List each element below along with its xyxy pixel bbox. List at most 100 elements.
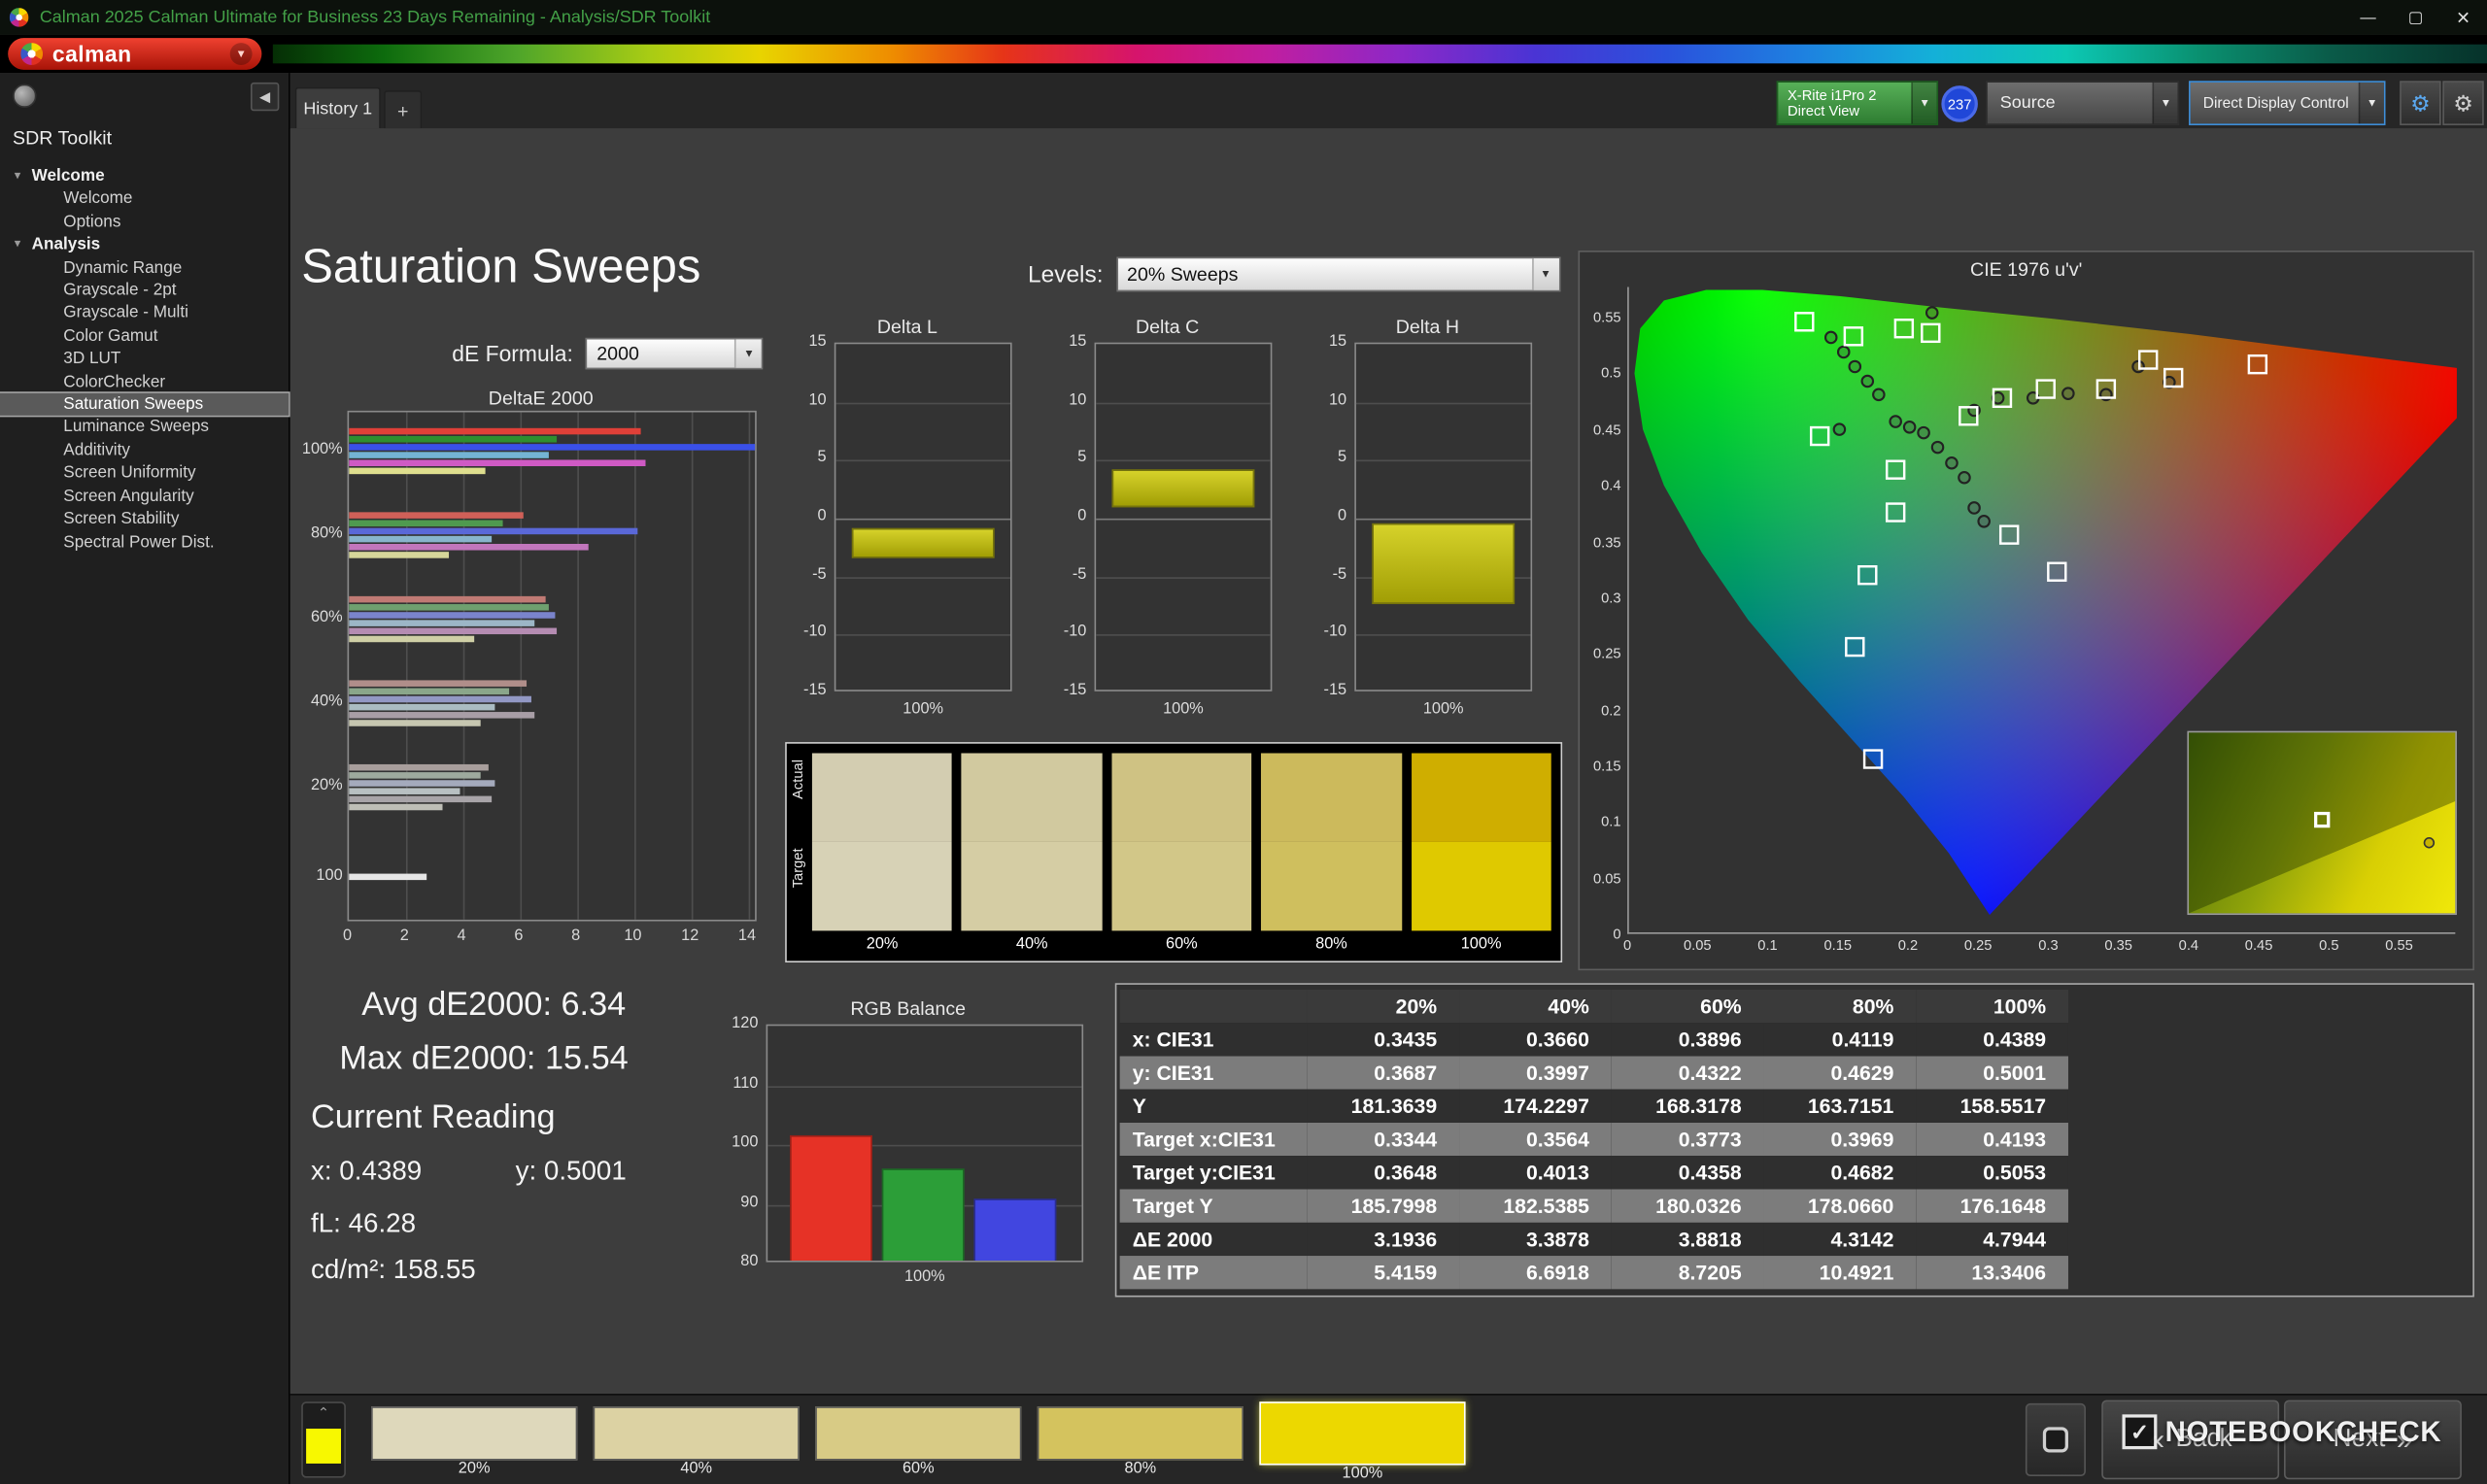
deltae-bar — [349, 604, 549, 611]
sidebar-item-grayscale-2pt[interactable]: Grayscale - 2pt — [0, 279, 289, 302]
patch-buttons: 20% 40% 60% 80% 100% — [371, 1401, 1466, 1483]
cell-value: 0.4389 — [1916, 1023, 2068, 1057]
patch-swatch — [593, 1406, 800, 1461]
axis-tick-label: -15 — [803, 682, 827, 699]
cell-value: 0.4119 — [1763, 1023, 1917, 1057]
patch-swatch — [371, 1406, 578, 1461]
table-header-80: 80% — [1763, 989, 1917, 1024]
delta-panel-delta-c: Delta C 15 10 5 0 -5 -10 -15 100% — [1053, 314, 1281, 752]
levels-dropdown[interactable]: 20% Sweeps ▼ — [1115, 256, 1560, 292]
levels-label: Levels: — [1027, 260, 1104, 288]
deltae-bar — [349, 459, 646, 466]
axis-tick-label: 0.05 — [1684, 936, 1712, 954]
axis-tick-label: 0 — [1077, 507, 1087, 525]
sidebar-item-screen-angularity[interactable]: Screen Angularity — [0, 485, 289, 508]
calman-menu-button[interactable]: calman ▼ — [8, 38, 262, 70]
axis-tick-label: 0 — [1338, 507, 1347, 525]
minimize-button[interactable]: — — [2344, 0, 2392, 35]
deltae-bar — [349, 772, 481, 779]
patch-button-20[interactable]: 20% — [371, 1401, 578, 1481]
meter-status-badge[interactable]: 237 — [1941, 85, 1978, 122]
measured-point — [1945, 455, 1959, 470]
measured-point — [1958, 470, 1971, 485]
gridline — [1355, 518, 1531, 521]
sidebar-item-screen-stability[interactable]: Screen Stability — [0, 508, 289, 531]
tab-history-1[interactable]: History 1 — [294, 86, 381, 129]
axis-tick-label: 0 — [817, 507, 827, 525]
patch-button-80[interactable]: 80% — [1037, 1401, 1244, 1481]
sidebar-item-welcome[interactable]: Welcome — [0, 187, 289, 211]
patch-button-100[interactable]: 100% — [1259, 1401, 1466, 1483]
maximize-button[interactable]: ▢ — [2392, 0, 2439, 35]
axis-tick-label: 10 — [1069, 390, 1087, 409]
sidebar-item-3d-lut[interactable]: 3D LUT — [0, 348, 289, 371]
swatch-label: 40% — [1015, 935, 1048, 954]
add-tab-button[interactable]: + — [384, 90, 423, 129]
next-button[interactable]: Next » — [2284, 1400, 2462, 1480]
measured-point — [1917, 425, 1930, 440]
sidebar-item-color-gamut[interactable]: Color Gamut — [0, 324, 289, 348]
swatch-target — [962, 841, 1103, 931]
close-button[interactable]: ✕ — [2439, 0, 2487, 35]
de-formula-dropdown[interactable]: 2000 ▼ — [585, 337, 764, 370]
settings-button[interactable]: ⚙ — [2400, 81, 2441, 125]
sidebar-item-saturation-sweeps[interactable]: Saturation Sweeps — [0, 391, 290, 419]
expander-icon[interactable]: ▾ — [15, 166, 21, 186]
axis-tick-label: 60% — [310, 608, 343, 626]
measured-point — [1925, 306, 1939, 320]
deltae-bar — [349, 688, 509, 695]
sidebar-item-spectral-power-dist[interactable]: Spectral Power Dist. — [0, 530, 289, 554]
sidebar-item-screen-uniformity[interactable]: Screen Uniformity — [0, 462, 289, 486]
measured-point — [1848, 359, 1862, 374]
cie-xaxis: 0 0.05 0.1 0.15 0.2 0.25 0.3 0.35 0.4 0.45 0.5 0.55 — [1580, 937, 2472, 960]
results-table-box: 20% 40% 60% 80% 100% x: CIE31 0.3435 0.3660 0.38… — [1114, 983, 2474, 1298]
tree-section-welcome[interactable]: ▾ Welcome — [0, 165, 289, 188]
chart-title: Delta H — [1395, 315, 1460, 338]
source-dropdown[interactable]: Source ▼ — [1986, 81, 2180, 125]
sidebar-item-luminance-sweeps[interactable]: Luminance Sweeps — [0, 417, 289, 440]
bottom-bar: ⌃ 20% 40% 60% 80% 100% « Back Next » ✓ NOT — [290, 1394, 2487, 1484]
gridline — [1096, 402, 1271, 404]
meter-info: X-Rite i1Pro 2 Direct View — [1778, 83, 1911, 123]
expander-icon[interactable]: ▾ — [15, 235, 21, 254]
sidebar-item-options[interactable]: Options — [0, 211, 289, 234]
display-control-dropdown[interactable]: Direct Display Control ▼ — [2189, 81, 2386, 125]
gridline — [1096, 518, 1271, 521]
gridline — [691, 412, 694, 920]
axis-tick-label: 100% — [1163, 700, 1204, 719]
swatch-label: 60% — [1165, 935, 1198, 954]
cell-value: 0.4322 — [1611, 1056, 1764, 1090]
back-button[interactable]: « Back — [2101, 1400, 2280, 1480]
axis-tick-label: 4 — [457, 928, 466, 946]
cell-value: 168.3178 — [1611, 1089, 1764, 1123]
inset-target-marker — [2313, 812, 2331, 828]
preferences-button[interactable]: ⚙ — [2442, 81, 2484, 125]
patch-preview-button[interactable]: ⌃ — [301, 1401, 346, 1478]
deltae-bar — [349, 788, 460, 794]
axis-tick-label: 0.1 — [1757, 936, 1778, 954]
axis-tick-label: -5 — [812, 565, 827, 584]
cell-value: 0.4629 — [1763, 1056, 1917, 1090]
tree-section-analysis[interactable]: ▾ Analysis — [0, 233, 289, 256]
sidebar-item-colorchecker[interactable]: ColorChecker — [0, 370, 289, 393]
axis-tick-label: 80% — [310, 524, 343, 543]
sidebar-item-grayscale-multi[interactable]: Grayscale - Multi — [0, 302, 289, 325]
axis-tick-label: 5 — [817, 449, 827, 467]
patch-swatch — [1037, 1406, 1244, 1461]
sidebar-item-additivity[interactable]: Additivity — [0, 439, 289, 462]
workflow-icon[interactable] — [13, 84, 37, 109]
swatch-target — [1261, 841, 1402, 931]
sidebar-item-dynamic-range[interactable]: Dynamic Range — [0, 256, 289, 280]
patch-button-60[interactable]: 60% — [815, 1401, 1022, 1481]
current-patch-swatch — [306, 1429, 342, 1464]
sidebar-collapse-button[interactable]: ◀ — [250, 82, 280, 112]
swatch-target — [1111, 841, 1252, 931]
main-area: History 1 + X-Rite i1Pro 2 Direct View ▼… — [290, 73, 2487, 1484]
patch-button-40[interactable]: 40% — [593, 1401, 800, 1481]
gridline — [634, 412, 636, 920]
gridline — [835, 402, 1010, 404]
gridline — [835, 460, 1010, 462]
stop-button[interactable] — [2025, 1402, 2086, 1476]
patch-label: 40% — [680, 1460, 713, 1478]
meter-dropdown[interactable]: X-Rite i1Pro 2 Direct View ▼ — [1776, 81, 1939, 125]
